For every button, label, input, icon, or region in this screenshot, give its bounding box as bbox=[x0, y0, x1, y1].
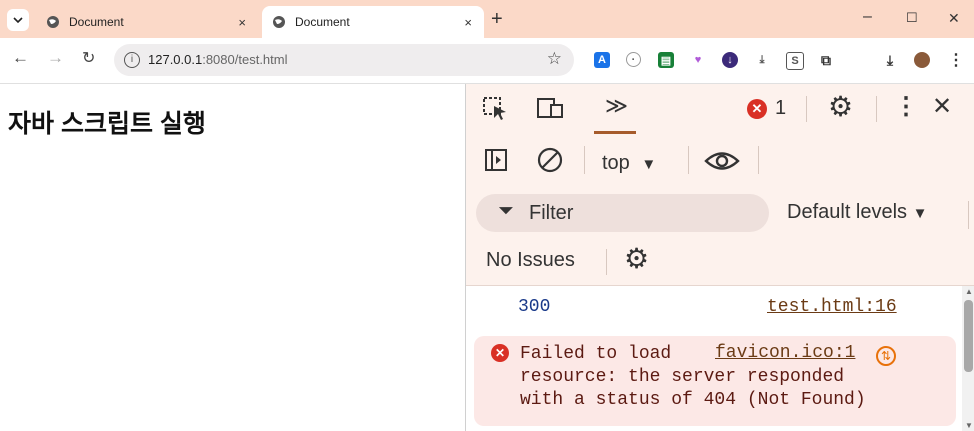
more-menu-icon[interactable]: ⋮ bbox=[948, 52, 964, 69]
maximize-button[interactable]: ☐ bbox=[906, 10, 918, 26]
close-devtools-icon[interactable]: ✕ bbox=[932, 92, 952, 121]
network-request-icon[interactable]: ⇅ bbox=[876, 346, 896, 366]
tab-close-button[interactable]: × bbox=[464, 15, 472, 30]
issues-bar: No Issues ⚙ bbox=[466, 239, 974, 286]
inspect-element-icon[interactable] bbox=[482, 96, 508, 120]
tab-title: Document bbox=[69, 15, 124, 29]
tab-strip: Document × Document × + – ☐ ✕ bbox=[0, 0, 974, 38]
s-extension-icon[interactable]: S bbox=[786, 52, 804, 70]
eye-icon[interactable] bbox=[704, 150, 740, 172]
sidebar-toggle-icon[interactable] bbox=[484, 148, 508, 172]
tab-document-1[interactable]: Document × bbox=[36, 6, 258, 38]
filter-funnel-icon: ⏷ bbox=[498, 200, 514, 222]
divider bbox=[688, 146, 689, 174]
devtools-tabbar: ≫ ✕ 1 ⚙ ⋮ ✕ bbox=[466, 84, 974, 135]
filter-placeholder: Filter bbox=[529, 202, 574, 224]
settings-gear-icon[interactable]: ⚙ bbox=[828, 90, 853, 123]
bookmark-star-icon[interactable]: ☆ bbox=[547, 49, 562, 69]
console-scrollbar[interactable]: ▲ ▼ bbox=[962, 286, 974, 431]
log-source-link[interactable]: test.html:16 bbox=[767, 297, 897, 317]
downloads-icon[interactable]: ⤓ bbox=[882, 52, 898, 68]
url-text[interactable]: 127.0.0.1:8080/test.html bbox=[148, 52, 288, 67]
divider bbox=[806, 96, 807, 122]
reload-icon[interactable]: ↻ bbox=[82, 48, 95, 68]
back-arrow-icon[interactable]: ← bbox=[12, 48, 29, 68]
dropdown-arrow-icon: ▼ bbox=[641, 156, 657, 173]
heart-extension-icon[interactable]: ♥ bbox=[690, 52, 706, 68]
log-value: 300 bbox=[518, 297, 551, 317]
log-levels-dropdown[interactable]: Default levels ▼ bbox=[787, 201, 927, 224]
devtools-menu-icon[interactable]: ⋮ bbox=[894, 92, 918, 121]
page-title: 자바 스크립트 실행 bbox=[8, 110, 206, 138]
issues-status[interactable]: No Issues bbox=[486, 249, 575, 272]
minimize-button[interactable]: – bbox=[863, 8, 872, 26]
chevron-down-icon bbox=[13, 17, 23, 24]
console-toolbar: top ▼ bbox=[466, 134, 974, 189]
site-info-icon[interactable]: i bbox=[124, 52, 140, 68]
new-tab-button[interactable]: + bbox=[491, 8, 503, 31]
console-output: 300 test.html:16 ✕ Failed to load resour… bbox=[466, 286, 962, 431]
globe-icon bbox=[47, 16, 59, 28]
scroll-up-icon[interactable]: ▲ bbox=[965, 287, 973, 296]
console-error-row: ✕ Failed to load resource: the server re… bbox=[474, 336, 956, 426]
tab-title: Document bbox=[295, 15, 350, 29]
scrollbar-thumb[interactable] bbox=[964, 300, 973, 372]
filter-bar: ⏷ Filter Default levels ▼ bbox=[466, 189, 974, 239]
more-tabs-chevron-icon[interactable]: ≫ bbox=[605, 93, 628, 119]
divider bbox=[584, 146, 585, 174]
tab-document-2[interactable]: Document × bbox=[262, 6, 484, 38]
download-extension-icon[interactable]: ↓ bbox=[722, 52, 738, 68]
console-log-row: 300 test.html:16 bbox=[466, 286, 962, 332]
divider bbox=[758, 146, 759, 174]
filter-input[interactable]: ⏷ Filter bbox=[476, 194, 769, 232]
divider bbox=[968, 201, 969, 229]
error-source-link[interactable]: favicon.ico:1 bbox=[715, 343, 856, 363]
scroll-down-icon[interactable]: ▼ bbox=[965, 421, 973, 430]
browser-toolbar: ← → ↻ i 127.0.0.1:8080/test.html ☆ A · ▤… bbox=[0, 38, 974, 84]
dropdown-arrow-icon: ▼ bbox=[912, 205, 928, 222]
globe-icon bbox=[273, 16, 285, 28]
translate-extension-icon[interactable]: A bbox=[594, 52, 610, 68]
console-settings-gear-icon[interactable]: ⚙ bbox=[624, 242, 649, 275]
divider bbox=[606, 249, 607, 275]
reader-extension-icon[interactable]: · bbox=[626, 52, 641, 67]
save-extension-icon[interactable]: ⤓ bbox=[754, 52, 770, 68]
context-selector[interactable]: top ▼ bbox=[602, 152, 656, 175]
address-bar[interactable]: i 127.0.0.1:8080/test.html ☆ bbox=[114, 44, 574, 76]
devtools-panel: ≫ ✕ 1 ⚙ ⋮ ✕ top ▼ ⏷ Filter Default level… bbox=[465, 84, 974, 431]
divider bbox=[876, 96, 877, 122]
error-badge-icon[interactable]: ✕ bbox=[747, 99, 767, 119]
profile-avatar[interactable] bbox=[914, 52, 930, 68]
puzzle-extensions-icon[interactable]: ⧉ bbox=[818, 52, 834, 68]
error-count[interactable]: 1 bbox=[775, 97, 786, 120]
tab-search-button[interactable] bbox=[7, 9, 29, 31]
tab-close-button[interactable]: × bbox=[238, 15, 246, 30]
window-close-button[interactable]: ✕ bbox=[948, 10, 960, 27]
sheets-extension-icon[interactable]: ▤ bbox=[658, 52, 674, 68]
device-toolbar-icon[interactable] bbox=[536, 96, 566, 120]
clear-console-icon[interactable] bbox=[536, 146, 564, 174]
error-icon: ✕ bbox=[491, 344, 509, 362]
forward-arrow-icon[interactable]: → bbox=[47, 48, 64, 68]
